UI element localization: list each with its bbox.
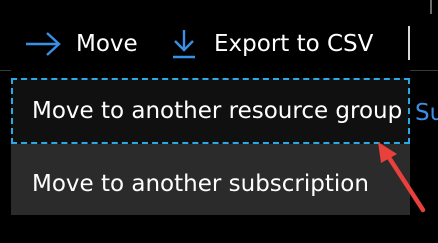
separator-line-left	[0, 70, 11, 71]
arrow-right-icon	[26, 32, 61, 56]
move-button[interactable]: Move	[24, 22, 138, 66]
move-dropdown-menu: Move to another resource group Move to a…	[11, 78, 410, 215]
menu-item-label: Move to another subscription	[32, 171, 369, 197]
subscription-link[interactable]: Su	[415, 100, 438, 126]
separator-line-right	[410, 70, 438, 71]
move-label: Move	[76, 31, 138, 57]
download-arrow-icon	[173, 30, 195, 59]
toolbar-divider	[408, 26, 410, 60]
menu-item-move-to-resource-group[interactable]: Move to another resource group	[11, 78, 410, 144]
menu-item-label: Move to another resource group	[32, 98, 403, 124]
export-to-csv-button[interactable]: Export to CSV	[172, 22, 373, 66]
export-to-csv-label: Export to CSV	[214, 31, 374, 57]
window-edge	[430, 0, 432, 14]
menu-item-move-to-subscription[interactable]: Move to another subscription	[11, 151, 410, 217]
command-bar: Move Export to CSV	[0, 0, 438, 76]
